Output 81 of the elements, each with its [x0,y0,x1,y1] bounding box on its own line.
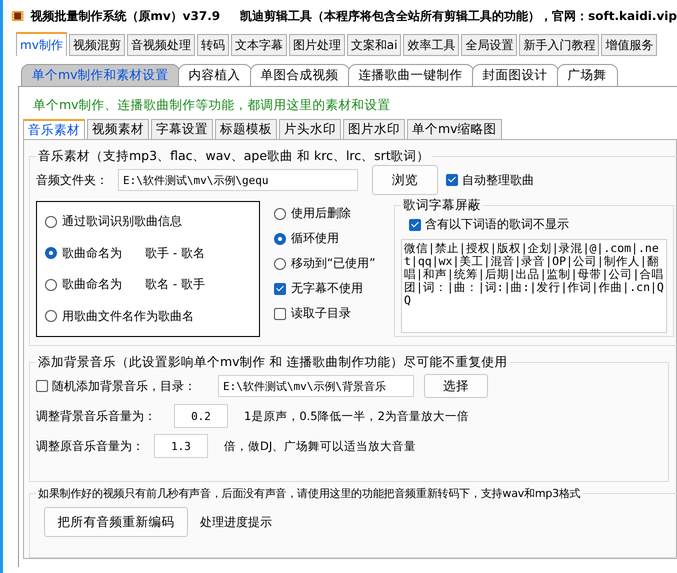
bg-folder-field[interactable]: E:\软件测试\mv\示例\背景音乐 [218,375,414,397]
sub-tab[interactable]: 封面图设计 [472,64,559,86]
main-tab[interactable]: 效率工具 [403,34,460,56]
inner-tab[interactable]: 标题模板 [215,119,277,139]
inner-tab[interactable]: 单个mv缩略图 [407,119,502,139]
option-label: 循环使用 [291,230,339,247]
naming-option[interactable]: 通过歌词识别歌曲信息 [45,213,251,230]
radio-icon[interactable] [274,208,286,220]
usage-option[interactable]: 读取子目录 [274,305,394,322]
sub-tab[interactable]: 连播歌曲一键制作 [348,64,474,86]
inner-tab[interactable]: 视频素材 [87,119,149,139]
sub-tab[interactable]: 单个mv制作和素材设置 [21,64,180,86]
group-title: 音乐素材（支持mp3、flac、wav、ape歌曲 和 krc、lrc、srt歌词） [37,148,431,165]
radio-icon[interactable] [274,258,286,270]
radio-icon[interactable] [45,247,57,260]
option-label: 歌曲命名为 [62,276,122,294]
main-tab[interactable]: mv制作 [16,32,67,56]
main-tab[interactable]: 文本字幕 [230,34,287,56]
option-detail: 歌手 - 歌名 [145,244,205,262]
progress-status: 处理进度提示 [200,514,272,530]
folder-label: 音频文件夹： [36,172,108,188]
main-tab[interactable]: 音视频处理 [126,34,195,56]
option-label: 歌曲命名为 [62,244,122,262]
radio-icon[interactable] [45,278,57,291]
auto-sort-checkbox[interactable]: 自动整理歌曲 [446,172,534,188]
volume-label: 调整原音乐音量为： [36,438,144,454]
main-tab[interactable]: 增值服务 [601,34,658,56]
group-title: 添加背景音乐（此设置影响单个mv制作 和 连播歌曲制作功能）尽可能不重复使用 [37,354,509,371]
filter-checkbox[interactable]: 含有以下词语的歌词不显示 [409,216,667,233]
main-tab[interactable]: 文案和ai [346,34,402,56]
checkbox-icon[interactable] [409,218,421,230]
volume-label: 调整背景音乐音量为： [36,408,157,424]
naming-option[interactable]: 用歌曲文件名作为歌曲名 [45,308,251,325]
main-tab[interactable]: 视频混剪 [68,34,125,56]
option-label: 移动到“已使用” [291,255,376,272]
naming-option[interactable]: 歌曲命名为 歌名 - 歌手 [45,276,251,294]
reencode-button[interactable]: 把所有音频重新编码 [44,507,188,537]
usage-option[interactable]: 移动到“已使用” [274,255,394,272]
inner-tab[interactable]: 片头水印 [279,119,341,139]
sub-tab[interactable]: 广场舞 [556,64,618,86]
folder-field[interactable]: E:\软件测试\mv\示例\gequ [118,169,358,191]
radio-icon[interactable] [45,216,57,228]
window-subtitle: 凯迪剪辑工具（本程序将包含全站所有剪辑工具的功能），官网：soft.kaidi.vip [240,8,677,24]
option-label: 使用后删除 [291,205,351,222]
radio-icon[interactable] [274,232,286,244]
browse-button[interactable]: 浏览 [372,165,438,195]
inner-tab[interactable]: 音乐素材 [23,119,85,139]
checkbox-icon[interactable] [274,282,286,294]
main-tab[interactable]: 转码 [196,34,229,56]
notice-text: 单个mv制作、连播歌曲制作等功能，都调用这里的素材和设置 [32,96,392,114]
main-tab[interactable]: 全局设置 [461,34,518,56]
inner-tab[interactable]: 图片水印 [343,119,405,139]
group-title: 如果制作好的视频只有前几秒有声音，后面没有声音，请使用这里的功能把音频重新转码下，支持wav和mp3格式 [37,486,582,501]
select-button[interactable]: 选择 [424,374,488,398]
option-label: 通过歌词识别歌曲信息 [62,213,182,230]
film-icon [11,8,24,24]
naming-option[interactable]: 歌曲命名为 歌手 - 歌名 [45,244,251,262]
usage-option[interactable]: 使用后删除 [274,205,394,222]
option-detail: 歌名 - 歌手 [145,276,205,294]
random-bg-checkbox[interactable]: 随机添加背景音乐，目录： [36,378,208,394]
sub-tab[interactable]: 内容植入 [178,64,252,86]
checkbox-icon[interactable] [36,380,48,392]
checkbox-icon[interactable] [274,308,286,320]
option-label: 用歌曲文件名作为歌曲名 [62,308,194,325]
inner-tab[interactable]: 字幕设置 [151,119,213,139]
group-title: 歌词字幕屏蔽 [402,197,482,214]
volume-field[interactable]: 0.2 [174,404,228,428]
volume-hint: 1是原声，0.5降低一半，2为音量放大一倍 [244,408,469,424]
usage-option[interactable]: 循环使用 [274,230,394,247]
radio-icon[interactable] [45,310,57,322]
main-tab[interactable]: 图片处理 [288,34,345,56]
filter-words-field[interactable]: 微信|禁止|授权|版权|企划|录混|@|.com|.net|qq|wx|美工|混音|录音|OP|公司|制作人|翻唱|和声|统筹|后期|出品|监制|母带|公司|合唱团|词：|曲：|词:|曲:|发行|作词|作曲|.cn|QQ [401,239,667,333]
usage-option[interactable]: 无字幕不使用 [274,280,394,297]
volume-field[interactable]: 1.3 [154,434,208,458]
main-tab[interactable]: 新手入门教程 [519,34,600,56]
volume-hint: 倍，做DJ、广场舞可以适当放大音量 [224,438,416,454]
window-title: 视频批量制作系统（原mv）v37.9 [30,8,220,24]
option-label: 读取子目录 [291,305,351,322]
checkbox-icon[interactable] [446,174,458,186]
sub-tab[interactable]: 单图合成视频 [250,64,350,86]
option-label: 无字幕不使用 [291,280,363,297]
